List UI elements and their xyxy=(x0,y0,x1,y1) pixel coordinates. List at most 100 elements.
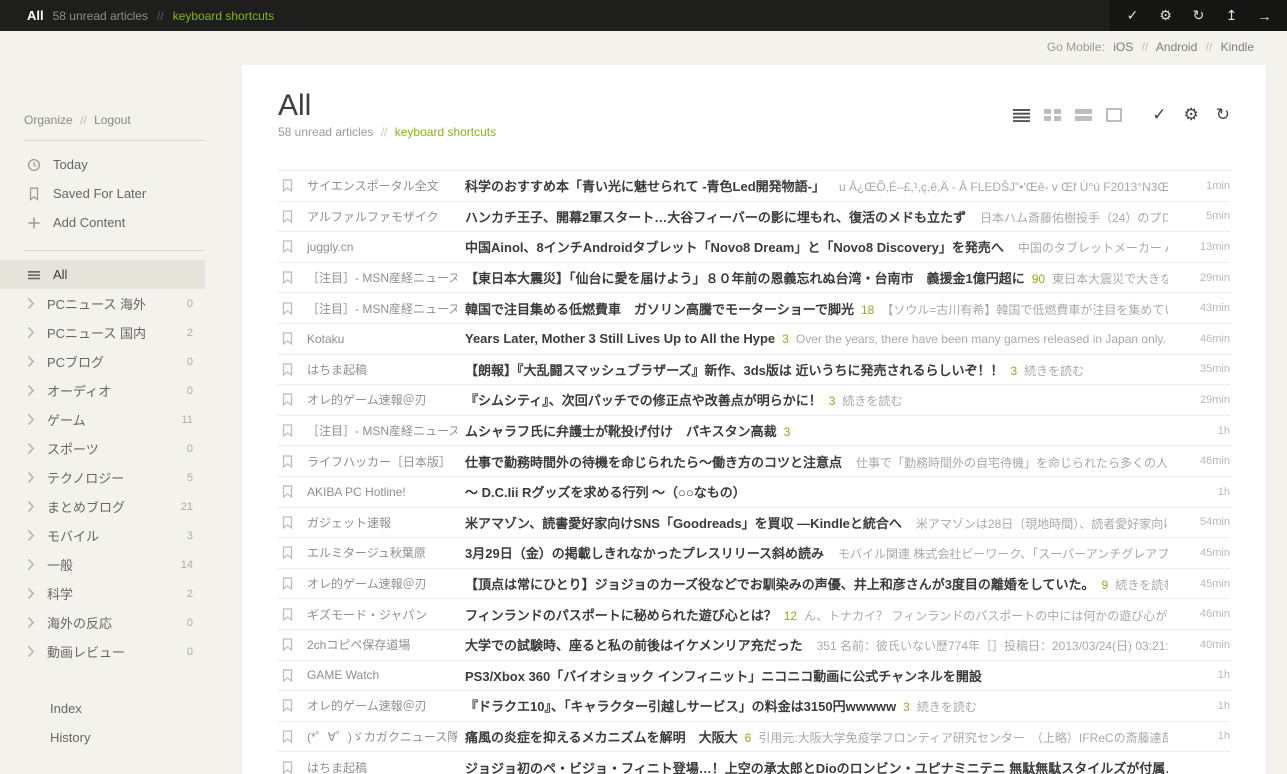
sidebar-category[interactable]: まとめブログ 21 xyxy=(0,492,205,521)
keyboard-shortcuts-link[interactable]: keyboard shortcuts xyxy=(173,9,274,23)
article-title: PS3/Xbox 360「バイオショック インフィニット」ニコニコ動画に公式チャ… xyxy=(465,669,982,684)
sidebar-category[interactable]: テクノロジー 5 xyxy=(0,463,205,492)
mark-all-read-icon[interactable]: ✓ xyxy=(1152,106,1166,123)
sidebar: Organize // Logout Today Saved For Later… xyxy=(0,31,205,752)
save-bookmark-icon[interactable] xyxy=(282,485,294,498)
article-row[interactable]: GAME Watch PS3/Xbox 360「バイオショック インフィニット」… xyxy=(278,661,1230,692)
sidebar-category[interactable]: PCニュース 国内 2 xyxy=(0,318,205,347)
article-row[interactable]: オレ的ゲーム速報＠刃 【頂点は常にひとり】ジョジョのカーズ役などでお馴染みの声優… xyxy=(278,569,1230,600)
sidebar-item-all[interactable]: All xyxy=(0,260,205,289)
list-view-icon[interactable] xyxy=(1013,108,1030,122)
refresh-icon[interactable]: ↻ xyxy=(1216,106,1230,123)
sidebar-item-today[interactable]: Today xyxy=(0,150,205,179)
divider xyxy=(24,250,205,251)
refresh-icon[interactable]: ↻ xyxy=(1182,0,1215,31)
save-bookmark-icon[interactable] xyxy=(282,332,294,345)
feed-header: All 58 unread articles // keyboard short… xyxy=(278,89,1230,140)
settings-gear-icon[interactable]: ⚙ xyxy=(1149,0,1182,31)
article-row[interactable]: オレ的ゲーム速報＠刃 『ドラクエ10』、「キャラクター引越しサービス」の料金は3… xyxy=(278,691,1230,722)
keyboard-shortcuts-link[interactable]: keyboard shortcuts xyxy=(395,125,496,139)
next-feed-icon[interactable]: → xyxy=(1248,0,1281,31)
cards-view-icon[interactable] xyxy=(1075,108,1092,122)
article-text: フィンランドのパスポートに秘められた遊び心とは？12ん、トナカイ？ フィンランド… xyxy=(465,605,1168,624)
article-title: 痛風の炎症を抑えるメカニズムを解明 大阪大 xyxy=(465,730,738,745)
save-bookmark-icon[interactable] xyxy=(282,455,294,468)
chevron-right-icon xyxy=(27,471,35,484)
article-row[interactable]: Kotaku Years Later, Mother 3 Still Lives… xyxy=(278,324,1230,355)
article-source: (*゜∀゜)ゞカガクニュース隊 xyxy=(307,728,457,745)
article-row[interactable]: ライフハッカー［日本版］ 仕事で勤務時間外の待機を命じられたら～働き方のコツと注… xyxy=(278,446,1230,477)
sidebar-category[interactable]: モバイル 3 xyxy=(0,521,205,550)
save-bookmark-icon[interactable] xyxy=(282,302,294,315)
settings-gear-icon[interactable]: ⚙ xyxy=(1184,106,1199,123)
save-bookmark-icon[interactable] xyxy=(282,271,294,284)
save-bookmark-icon[interactable] xyxy=(282,424,294,437)
save-bookmark-icon[interactable] xyxy=(282,730,294,743)
article-age: 5min xyxy=(1178,210,1230,222)
article-row[interactable]: ［注目］- MSN産経ニュース ムシャラフ氏に弁護士が靴投げ付け パキスタン高裁… xyxy=(278,416,1230,447)
article-source: オレ的ゲーム速報＠刃 xyxy=(307,697,457,714)
sidebar-item-history[interactable]: History xyxy=(0,723,205,752)
article-age: 54min xyxy=(1178,516,1230,528)
category-label: スポーツ xyxy=(47,439,99,458)
save-bookmark-icon[interactable] xyxy=(282,577,294,590)
sidebar-item-saved-for-later[interactable]: Saved For Later xyxy=(0,179,205,208)
article-row[interactable]: AKIBA PC Hotline! ～ D.C.Iii Rグッズを求める行列 ～… xyxy=(278,477,1230,508)
go-mobile-ios-link[interactable]: iOS xyxy=(1113,40,1133,54)
sidebar-category[interactable]: 動画レビュー 0 xyxy=(0,637,205,666)
article-row[interactable]: ［注目］- MSN産経ニュース 【東日本大震災】「仙台に愛を届けよう」８０年前の… xyxy=(278,263,1230,294)
chevron-right-icon xyxy=(27,326,35,339)
save-bookmark-icon[interactable] xyxy=(282,363,294,376)
article-row[interactable]: オレ的ゲーム速報＠刃 『シムシティ』、次回パッチでの修正点や改善点が明らかに！3… xyxy=(278,385,1230,416)
sidebar-item-add-content[interactable]: Add Content xyxy=(0,208,205,237)
sidebar-category[interactable]: PCブログ 0 xyxy=(0,347,205,376)
sidebar-category[interactable]: ゲーム 11 xyxy=(0,405,205,434)
article-row[interactable]: ギズモード・ジャパン フィンランドのパスポートに秘められた遊び心とは？12ん、ト… xyxy=(278,599,1230,630)
article-row[interactable]: エルミタージュ秋葉原 3月29日（金）の掲載しきれなかったプレスリリース斜め読み… xyxy=(278,538,1230,569)
sidebar-item-index[interactable]: Index xyxy=(0,694,205,723)
save-bookmark-icon[interactable] xyxy=(282,179,294,192)
sidebar-category[interactable]: PCニュース 海外 0 xyxy=(0,289,205,318)
save-bookmark-icon[interactable] xyxy=(282,699,294,712)
save-bookmark-icon[interactable] xyxy=(282,210,294,223)
save-bookmark-icon[interactable] xyxy=(282,516,294,529)
article-row[interactable]: アルファルファモザイク ハンカチ王子、開幕2軍スタート…大谷フィーバーの影に埋も… xyxy=(278,202,1230,233)
article-row[interactable]: 2chコピペ保存道場 大学での試験時、座ると私の前後はイケメンリア充だった351… xyxy=(278,630,1230,661)
sidebar-category[interactable]: スポーツ 0 xyxy=(0,434,205,463)
article-row[interactable]: ［注目］- MSN産経ニュース 韓国で注目集める低燃費車 ガソリン高騰でモーター… xyxy=(278,293,1230,324)
full-view-icon[interactable] xyxy=(1106,108,1122,122)
article-row[interactable]: はちま起稿 ジョジョ初のペ・ビジョ・フィニト登場…！上空の承太郎とDioのロンビ… xyxy=(278,752,1230,774)
save-bookmark-icon[interactable] xyxy=(282,608,294,621)
save-bookmark-icon[interactable] xyxy=(282,638,294,651)
article-row[interactable]: サイエンスポータル全文 科学のおすすめ本「青い光に魅せられて -青色Led開発物… xyxy=(278,171,1230,202)
article-row[interactable]: (*゜∀゜)ゞカガクニュース隊 痛風の炎症を抑えるメカニズムを解明 大阪大6引用… xyxy=(278,722,1230,753)
article-comment-count: 6 xyxy=(745,731,752,745)
save-bookmark-icon[interactable] xyxy=(282,240,294,253)
article-row[interactable]: はちま起稿 【朗報】『大乱闘スマッシュブラザーズ』新作、3ds版は 近いうちに発… xyxy=(278,355,1230,386)
go-mobile-kindle-link[interactable]: Kindle xyxy=(1221,40,1254,54)
article-text: 韓国で注目集める低燃費車 ガソリン高騰でモーターショーで脚光18【ソウル=古川有… xyxy=(465,299,1168,318)
page-title: All xyxy=(278,89,496,123)
mark-all-read-icon[interactable]: ✓ xyxy=(1116,0,1149,31)
sidebar-category[interactable]: オーディオ 0 xyxy=(0,376,205,405)
sidebar-category[interactable]: 科学 2 xyxy=(0,579,205,608)
article-row[interactable]: ガジェット速報 米アマゾン、読書愛好家向けSNS「Goodreads」を買収 —… xyxy=(278,508,1230,539)
save-bookmark-icon[interactable] xyxy=(282,393,294,406)
magazine-view-icon[interactable] xyxy=(1044,108,1061,122)
article-row[interactable]: juggly.cn 中国Ainol、8インチAndroidタブレット「Novo8… xyxy=(278,232,1230,263)
logout-link[interactable]: Logout xyxy=(94,113,131,127)
sidebar-category[interactable]: 一般 14 xyxy=(0,550,205,579)
scroll-to-top-icon[interactable]: ↥ xyxy=(1215,0,1248,31)
article-age: 1h xyxy=(1178,700,1230,712)
go-mobile-android-link[interactable]: Android xyxy=(1156,40,1197,54)
save-bookmark-icon[interactable] xyxy=(282,761,294,774)
article-source: オレ的ゲーム速報＠刃 xyxy=(307,391,457,408)
save-bookmark-icon[interactable] xyxy=(282,669,294,682)
sidebar-category[interactable]: 海外の反応 0 xyxy=(0,608,205,637)
category-label: モバイル xyxy=(47,526,99,545)
category-unread-count: 0 xyxy=(187,356,205,368)
chevron-right-icon xyxy=(27,645,35,658)
save-bookmark-icon[interactable] xyxy=(282,546,294,559)
article-source: juggly.cn xyxy=(307,240,457,254)
organize-link[interactable]: Organize xyxy=(24,113,73,127)
